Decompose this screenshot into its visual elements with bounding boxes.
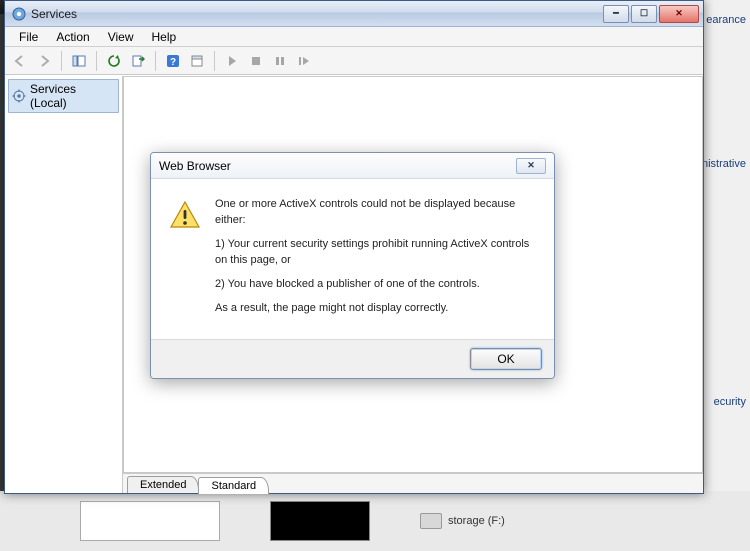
tree-pane: Services (Local)	[5, 76, 123, 493]
dialog-title: Web Browser	[159, 159, 231, 173]
warning-icon	[169, 199, 201, 231]
menu-view[interactable]: View	[100, 28, 142, 46]
show-hide-tree-button[interactable]	[68, 50, 90, 72]
dialog-text-intro: One or more ActiveX controls could not b…	[215, 197, 536, 229]
maximize-button[interactable]: ☐	[631, 5, 657, 23]
dialog-text-result: As a result, the page might not display …	[215, 301, 536, 317]
pause-service-button	[269, 50, 291, 72]
tab-extended[interactable]: Extended	[127, 476, 199, 493]
titlebar[interactable]: Services ━ ☐ ✕	[5, 1, 703, 27]
dialog-text-reason-1: 1) Your current security settings prohib…	[215, 237, 536, 269]
start-service-button	[221, 50, 243, 72]
dialog-close-button[interactable]: ✕	[516, 158, 546, 174]
close-button[interactable]: ✕	[659, 5, 699, 23]
bg-text: earance	[706, 14, 746, 26]
toolbar: ?	[5, 47, 703, 75]
bg-text: ecurity	[714, 396, 746, 408]
background-bottom-strip: storage (F:)	[0, 491, 750, 551]
ok-button[interactable]: OK	[470, 348, 542, 370]
help-button[interactable]: ?	[162, 50, 184, 72]
tree-node-services-local[interactable]: Services (Local)	[8, 79, 119, 113]
bg-thumbnail	[80, 501, 220, 541]
tab-standard[interactable]: Standard	[198, 477, 269, 494]
refresh-button[interactable]	[103, 50, 125, 72]
dialog-text-reason-2: 2) You have blocked a publisher of one o…	[215, 277, 536, 293]
restart-service-button	[293, 50, 315, 72]
menu-file[interactable]: File	[11, 28, 46, 46]
web-browser-dialog: Web Browser ✕ One or more ActiveX contro…	[150, 152, 555, 379]
bg-thumbnail	[270, 501, 370, 541]
back-button	[9, 50, 31, 72]
services-app-icon	[11, 6, 27, 22]
dialog-message: One or more ActiveX controls could not b…	[215, 197, 536, 325]
menu-action[interactable]: Action	[48, 28, 97, 46]
menubar: File Action View Help	[5, 27, 703, 47]
export-list-button[interactable]	[127, 50, 149, 72]
stop-service-button	[245, 50, 267, 72]
gear-icon	[12, 89, 26, 103]
window-title: Services	[31, 7, 601, 21]
menu-help[interactable]: Help	[144, 28, 185, 46]
drive-icon	[420, 513, 442, 529]
properties-button[interactable]	[186, 50, 208, 72]
storage-drive: storage (F:)	[420, 513, 505, 529]
tree-node-label: Services (Local)	[30, 82, 115, 110]
forward-button	[33, 50, 55, 72]
storage-label: storage (F:)	[448, 515, 505, 527]
tab-strip: Extended Standard	[123, 473, 703, 493]
svg-text:?: ?	[170, 57, 176, 68]
dialog-titlebar[interactable]: Web Browser ✕	[151, 153, 554, 179]
minimize-button[interactable]: ━	[603, 5, 629, 23]
